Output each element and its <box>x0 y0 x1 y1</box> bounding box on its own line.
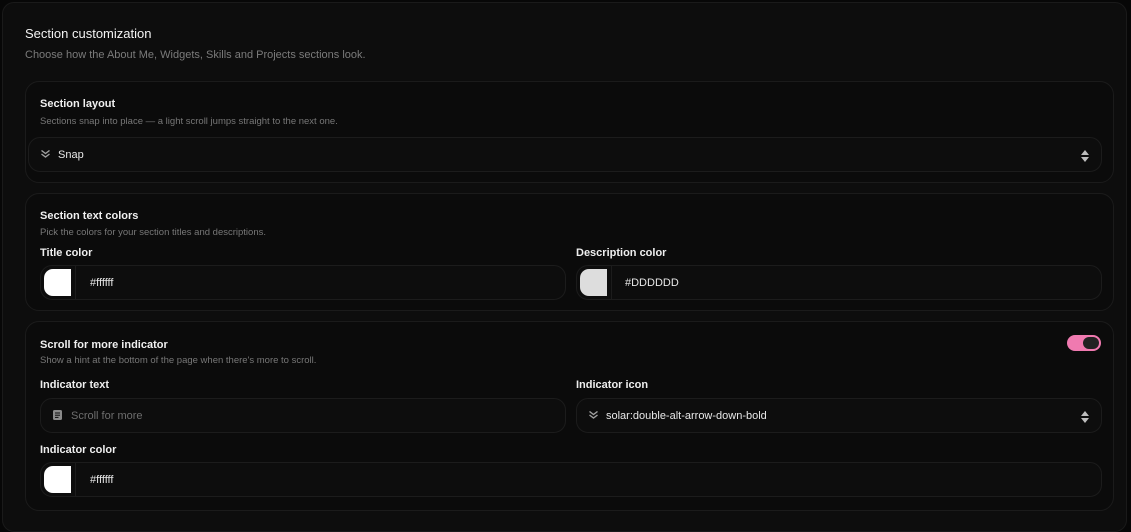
toggle-knob <box>1083 337 1099 349</box>
indicator-icon-select[interactable]: solar:double-alt-arrow-down-bold <box>576 398 1102 433</box>
indicator-icon-label: Indicator icon <box>576 379 649 391</box>
select-updown-icon <box>1081 410 1089 423</box>
section-text-colors-card: Section text colors Pick the colors for … <box>25 193 1114 311</box>
chevron-double-down-icon <box>589 410 598 421</box>
indicator-icon-value: solar:double-alt-arrow-down-bold <box>606 409 767 422</box>
indicator-color-value[interactable]: #ffffff <box>90 474 113 486</box>
section-text-colors-description: Pick the colors for your section titles … <box>40 227 266 238</box>
select-updown-icon <box>1081 149 1089 162</box>
title-color-label: Title color <box>40 247 93 259</box>
page-description: Choose how the About Me, Widgets, Skills… <box>25 49 366 61</box>
section-layout-description: Sections snap into place — a light scrol… <box>40 116 338 127</box>
scroll-indicator-description: Show a hint at the bottom of the page wh… <box>40 355 317 366</box>
indicator-color-swatch[interactable] <box>44 466 71 493</box>
section-text-colors-title: Section text colors <box>40 210 139 222</box>
scroll-indicator-card: Scroll for more indicator Show a hint at… <box>25 321 1114 511</box>
page-title: Section customization <box>25 26 152 41</box>
description-color-field[interactable]: #DDDDDD <box>576 265 1102 300</box>
scroll-indicator-toggle[interactable] <box>1067 335 1101 351</box>
title-color-field[interactable]: #ffffff <box>40 265 566 300</box>
indicator-text-input[interactable]: Scroll for more <box>40 398 566 433</box>
indicator-color-field[interactable]: #ffffff <box>40 462 1102 497</box>
description-color-swatch[interactable] <box>580 269 607 296</box>
section-layout-value: Snap <box>58 148 84 161</box>
scroll-indicator-title: Scroll for more indicator <box>40 339 168 351</box>
description-color-label: Description color <box>576 247 667 259</box>
section-layout-select[interactable]: Snap <box>28 137 1102 172</box>
section-customization-panel: Section customization Choose how the Abo… <box>2 2 1127 532</box>
section-layout-title: Section layout <box>40 98 116 110</box>
indicator-text-placeholder[interactable]: Scroll for more <box>71 410 143 422</box>
indicator-text-label: Indicator text <box>40 379 110 391</box>
section-layout-card: Section layout Sections snap into place … <box>25 81 1114 183</box>
title-color-value[interactable]: #ffffff <box>90 277 113 289</box>
indicator-color-label: Indicator color <box>40 444 117 456</box>
title-color-swatch[interactable] <box>44 269 71 296</box>
chevron-double-down-icon <box>41 149 50 160</box>
text-note-icon <box>53 409 62 422</box>
description-color-value[interactable]: #DDDDDD <box>625 277 679 289</box>
